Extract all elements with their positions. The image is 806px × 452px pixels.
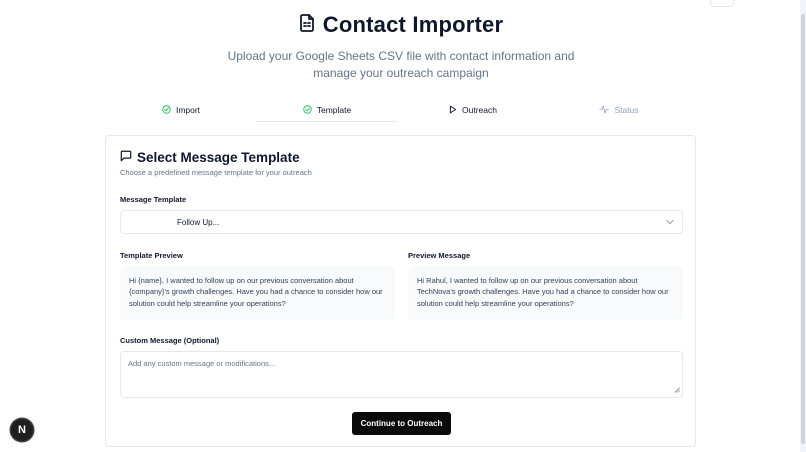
tab-template[interactable]: Template (254, 100, 400, 122)
nextjs-logo-icon: N (18, 424, 26, 436)
page-subtitle: Upload your Google Sheets CSV file with … (227, 49, 575, 80)
tab-import[interactable]: Import (108, 100, 254, 120)
card-description: Choose a predefined message template for… (120, 168, 312, 177)
tab-import-label: Import (175, 105, 201, 115)
message-template-value: Follow Up... (177, 217, 220, 227)
nextjs-dev-badge[interactable]: N (11, 419, 33, 441)
custom-message-label: Custom Message (Optional) (120, 336, 220, 345)
custom-message-textarea[interactable]: Add any custom message or modifications.… (120, 351, 683, 398)
check-circle-icon (303, 104, 312, 116)
message-template-label: Message Template (120, 195, 187, 204)
message-square-icon (120, 150, 132, 165)
template-preview-box: Hi {name}, I wanted to follow up on our … (120, 266, 395, 320)
tab-status-label: Status (614, 105, 639, 115)
check-circle-icon (162, 104, 171, 116)
tab-outreach-label: Outreach (462, 105, 497, 115)
preview-message-label: Preview Message (408, 251, 471, 260)
page-title: Contact Importer (299, 12, 503, 38)
template-card: Select Message Template Choose a predefi… (105, 135, 696, 447)
custom-message-placeholder: Add any custom message or modifications.… (128, 359, 276, 368)
tab-outreach[interactable]: Outreach (400, 100, 546, 120)
top-right-control[interactable] (710, 0, 734, 7)
message-template-select[interactable]: Follow Up... (120, 210, 683, 234)
play-icon (449, 105, 457, 116)
tab-template-label: Template (316, 105, 352, 115)
page-title-text: Contact Importer (322, 12, 504, 37)
card-title: Select Message Template (120, 150, 300, 165)
file-text-icon (299, 12, 315, 38)
page-header: Contact Importer Upload your Google Shee… (0, 12, 802, 81)
activity-icon (599, 104, 610, 116)
chevron-down-icon (666, 218, 674, 227)
step-tabs: Import Template Outreach Status (108, 100, 692, 122)
resize-handle-icon[interactable] (674, 386, 680, 395)
tab-status[interactable]: Status (546, 100, 692, 120)
continue-to-outreach-button[interactable]: Continue to Outreach (352, 412, 451, 435)
template-preview-label: Template Preview (120, 251, 183, 260)
card-title-text: Select Message Template (137, 150, 300, 165)
preview-message-box: Hi Rahul, I wanted to follow up on our p… (408, 266, 683, 320)
